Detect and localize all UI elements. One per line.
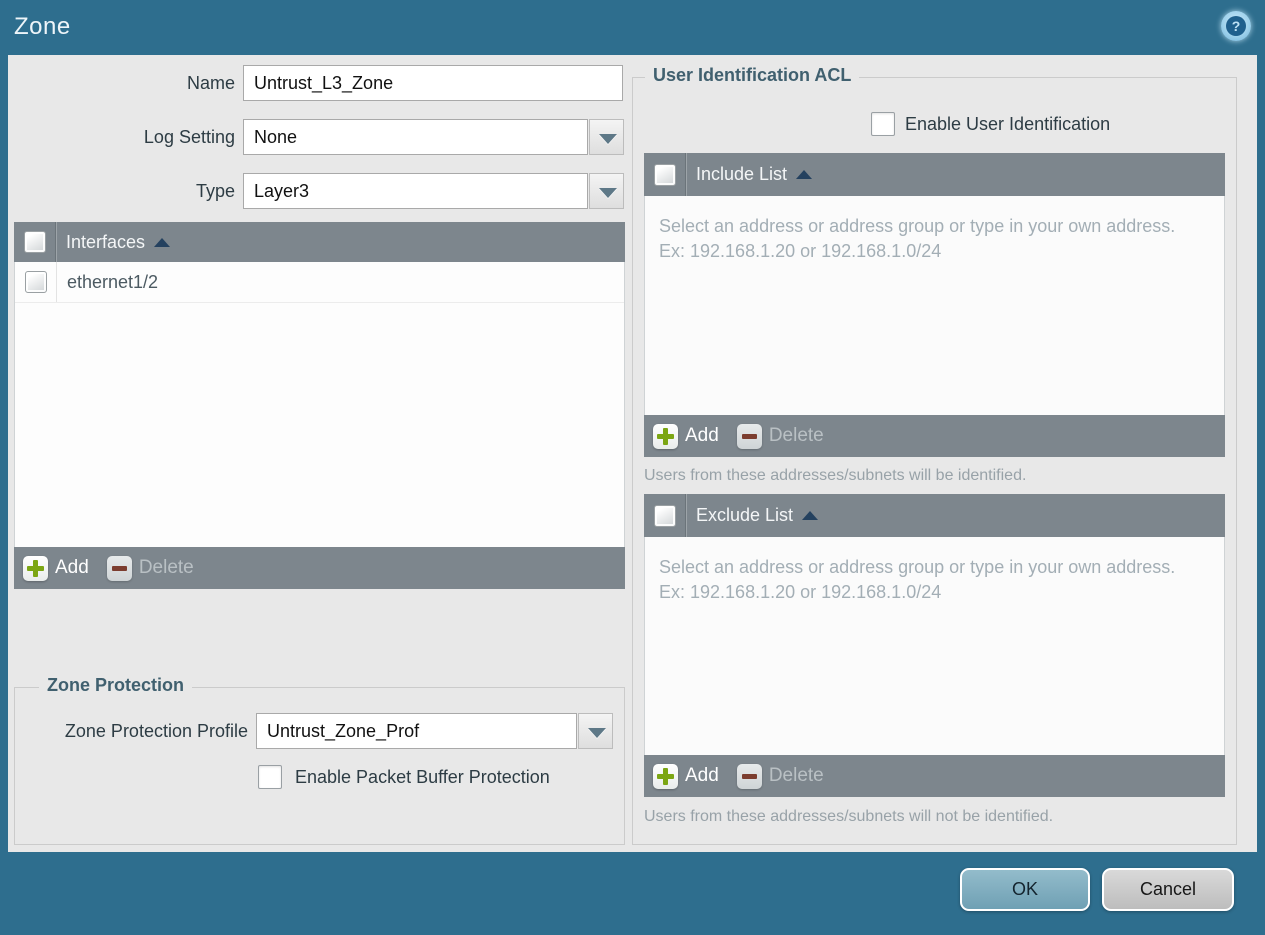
exclude-list-hint: Users from these addresses/subnets will … bbox=[644, 808, 1054, 825]
log-setting-dropdown-button[interactable] bbox=[589, 119, 624, 155]
row-checkbox-cell bbox=[15, 262, 57, 302]
add-icon bbox=[653, 423, 678, 449]
include-list-toolbar: Add Delete bbox=[644, 415, 1225, 457]
interfaces-column-header[interactable]: Interfaces bbox=[66, 232, 145, 253]
add-icon bbox=[23, 555, 48, 581]
dialog-body: Name Untrust_L3_Zone Log Setting None Ty… bbox=[8, 55, 1257, 852]
delete-button[interactable]: Delete bbox=[106, 555, 194, 581]
type-label: Type bbox=[195, 181, 235, 201]
packet-buffer-protection-checkbox[interactable] bbox=[258, 765, 282, 789]
exclude-list-header: Exclude List bbox=[644, 494, 1225, 537]
cancel-button[interactable]: Cancel bbox=[1102, 868, 1234, 911]
include-list-placeholder: Select an address or address group or ty… bbox=[659, 216, 1176, 262]
exclude-list-toolbar: Add Delete bbox=[644, 755, 1225, 797]
add-label: Add bbox=[685, 765, 719, 786]
zone-protection-profile-dropdown-button[interactable] bbox=[578, 713, 613, 749]
sort-ascending-icon bbox=[154, 237, 171, 247]
log-setting-select[interactable]: None bbox=[243, 119, 588, 155]
include-list-header: Include List bbox=[644, 153, 1225, 196]
chevron-down-icon bbox=[599, 188, 617, 198]
name-label: Name bbox=[186, 73, 235, 93]
interface-name: ethernet1/2 bbox=[67, 271, 159, 292]
chevron-down-icon bbox=[588, 728, 606, 738]
dialog-titlebar: Zone ? bbox=[0, 0, 1265, 55]
interfaces-header-checkbox-cell bbox=[14, 222, 56, 262]
select-all-checkbox[interactable] bbox=[23, 231, 46, 253]
delete-label: Delete bbox=[138, 557, 194, 578]
exclude-list-column-header[interactable]: Exclude List bbox=[696, 505, 793, 526]
help-icon[interactable]: ? bbox=[1221, 11, 1251, 41]
add-button[interactable]: Add bbox=[653, 423, 719, 449]
add-icon bbox=[653, 763, 678, 789]
enable-user-identification-checkbox[interactable] bbox=[871, 112, 895, 136]
ok-button[interactable]: OK bbox=[960, 868, 1090, 911]
delete-label: Delete bbox=[768, 765, 824, 786]
name-input[interactable]: Untrust_L3_Zone bbox=[243, 65, 623, 101]
delete-label: Delete bbox=[768, 425, 824, 446]
interfaces-panel: Interfaces ethernet1/2 Add Delete bbox=[14, 222, 625, 589]
type-select[interactable]: Layer3 bbox=[243, 173, 588, 209]
enable-user-identification-label: Enable User Identification bbox=[905, 114, 1111, 134]
delete-button[interactable]: Delete bbox=[736, 423, 824, 449]
interfaces-toolbar: Add Delete bbox=[14, 547, 625, 589]
delete-icon bbox=[106, 555, 132, 581]
table-row[interactable]: ethernet1/2 bbox=[15, 262, 624, 303]
add-label: Add bbox=[685, 425, 719, 446]
add-button[interactable]: Add bbox=[23, 555, 89, 581]
delete-icon bbox=[736, 423, 762, 449]
packet-buffer-protection-label: Enable Packet Buffer Protection bbox=[295, 767, 550, 787]
exclude-list-panel: Exclude List Select an address or addres… bbox=[644, 494, 1225, 797]
interfaces-list: ethernet1/2 bbox=[14, 262, 625, 547]
row-checkbox[interactable] bbox=[24, 271, 47, 293]
zone-protection-profile-label: Zone Protection Profile bbox=[64, 721, 248, 741]
chevron-down-icon bbox=[599, 134, 617, 144]
exclude-list-placeholder: Select an address or address group or ty… bbox=[659, 557, 1176, 603]
sort-ascending-icon bbox=[802, 511, 819, 520]
include-list-body[interactable]: Select an address or address group or ty… bbox=[644, 196, 1225, 415]
zone-protection-legend: Zone Protection bbox=[39, 675, 193, 696]
add-label: Add bbox=[55, 557, 89, 578]
dialog-title: Zone bbox=[14, 13, 71, 40]
exclude-header-checkbox-cell bbox=[644, 494, 686, 537]
include-list-panel: Include List Select an address or addres… bbox=[644, 153, 1225, 457]
include-list-column-header[interactable]: Include List bbox=[696, 164, 787, 185]
select-all-checkbox[interactable] bbox=[653, 504, 676, 527]
delete-button[interactable]: Delete bbox=[736, 763, 824, 789]
type-dropdown-button[interactable] bbox=[589, 173, 624, 209]
user-identification-legend: User Identification ACL bbox=[645, 65, 860, 86]
sort-ascending-icon bbox=[796, 170, 813, 179]
log-setting-label: Log Setting bbox=[143, 127, 235, 147]
include-list-hint: Users from these addresses/subnets will … bbox=[644, 467, 1027, 484]
exclude-list-body[interactable]: Select an address or address group or ty… bbox=[644, 537, 1225, 755]
select-all-checkbox[interactable] bbox=[653, 163, 676, 186]
zone-protection-profile-select[interactable]: Untrust_Zone_Prof bbox=[256, 713, 577, 749]
add-button[interactable]: Add bbox=[653, 763, 719, 789]
interfaces-header: Interfaces bbox=[14, 222, 625, 262]
delete-icon bbox=[736, 763, 762, 789]
include-header-checkbox-cell bbox=[644, 153, 686, 196]
